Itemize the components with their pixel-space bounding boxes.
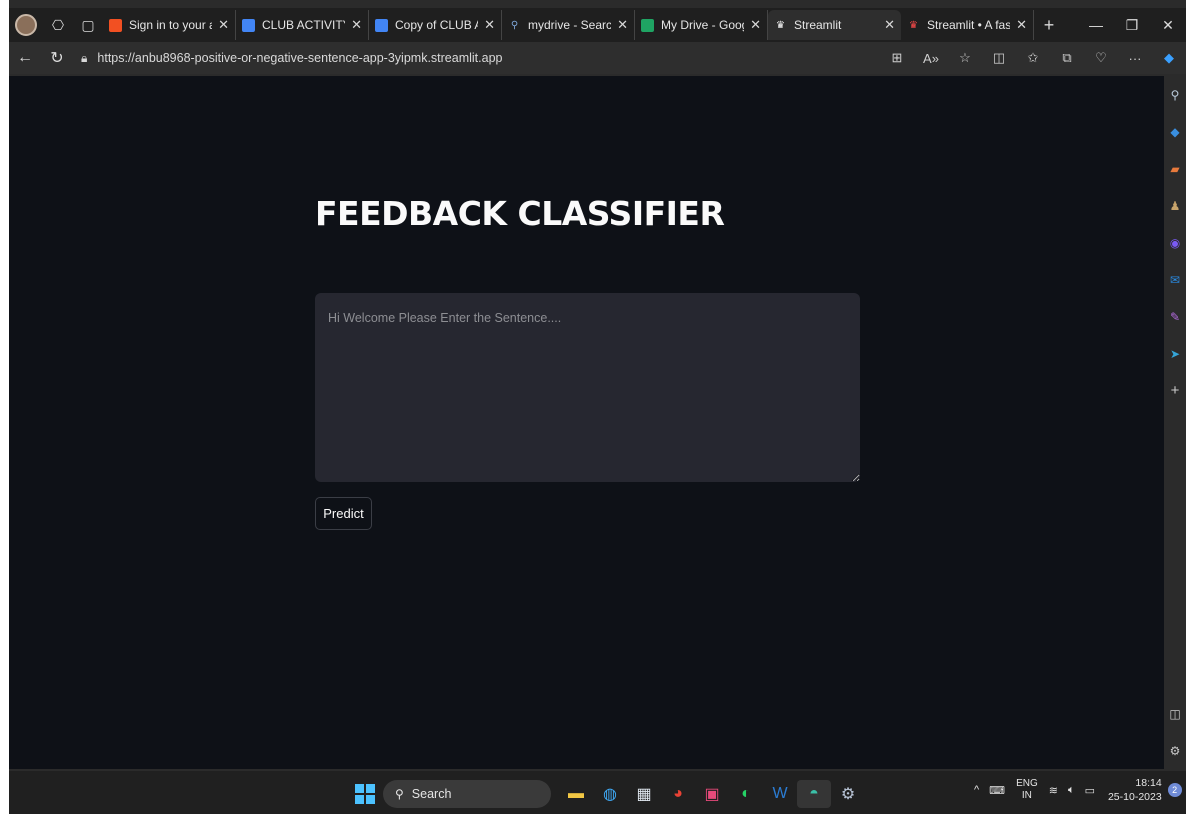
tab-club-activity[interactable]: CLUB ACTIVITY VOL ✕ — [236, 10, 369, 40]
input-language[interactable]: ENG IN — [1016, 778, 1038, 802]
copilot-icon[interactable]: ◆ — [1152, 50, 1186, 66]
tab-title: Sign in to your acco — [129, 18, 212, 32]
predict-button[interactable]: Predict — [315, 497, 372, 530]
games-icon[interactable]: ♟ — [1164, 187, 1186, 224]
tab-strip: ⎔ ▢ Sign in to your acco ✕ CLUB ACTIVITY… — [9, 8, 1186, 42]
back-icon[interactable]: ← — [9, 49, 41, 67]
notification-badge[interactable]: 2 — [1167, 783, 1182, 797]
streamlit-crown-icon: ♛ — [776, 19, 785, 31]
workspaces-icon[interactable]: ⎔ — [43, 10, 73, 40]
language-code: ENG — [1016, 778, 1038, 789]
edge-sidebar: ⚲ ◆ ▰ ♟ ◉ ✉ ✎ ➤ + ◫ ⚙ — [1164, 76, 1186, 769]
close-tab-icon[interactable]: ✕ — [617, 17, 628, 33]
tab-copy-club-activity[interactable]: Copy of CLUB ACTI\ ✕ — [369, 10, 502, 40]
shopping-tag-icon[interactable]: ◆ — [1164, 113, 1186, 150]
favorites-icon[interactable]: ✩ — [1016, 50, 1050, 66]
tools-briefcase-icon[interactable]: ▰ — [1164, 150, 1186, 187]
designer-icon[interactable]: ✎ — [1164, 298, 1186, 335]
hide-sidebar-icon[interactable]: ◫ — [1164, 695, 1186, 732]
calendar-app-icon[interactable]: ▦ — [627, 780, 661, 808]
tab-actions-icon[interactable]: ▢ — [73, 10, 103, 40]
taskbar-search[interactable]: ⚲ Search — [383, 780, 551, 808]
google-drive-icon — [641, 18, 654, 32]
close-tab-icon[interactable]: ✕ — [351, 17, 362, 33]
battery-icon[interactable]: ▭ — [1085, 784, 1095, 797]
lock-icon[interactable]: 🔒︎ — [81, 51, 87, 66]
search-icon: ⚲ — [510, 19, 519, 31]
taskbar-apps: ▬ ◍ ▦ ◕ ▣ ◐ W ◓ ⚙ — [559, 780, 865, 808]
settings-app-icon[interactable]: ⚙ — [831, 780, 865, 808]
keyboard-icon[interactable]: ⌨ — [989, 784, 1005, 797]
copilot-app-icon[interactable]: ◍ — [593, 780, 627, 808]
close-window-icon[interactable]: ✕ — [1150, 17, 1186, 34]
edge-icon[interactable]: ◓ — [797, 780, 831, 808]
google-docs-icon — [375, 18, 388, 32]
chrome-icon[interactable]: ◕ — [661, 780, 695, 808]
windows-taskbar: ⚲ Search ▬ ◍ ▦ ◕ ▣ ◐ W ◓ ⚙ ^ ⌨ ENG IN ≋ … — [9, 771, 1186, 814]
close-tab-icon[interactable]: ✕ — [884, 17, 895, 33]
tab-title: CLUB ACTIVITY VOL — [262, 18, 345, 32]
url-text[interactable]: https://anbu8968-positive-or-negative-se… — [97, 51, 502, 65]
minimize-icon[interactable]: — — [1078, 17, 1114, 33]
collections-icon[interactable]: ⧉ — [1050, 50, 1084, 66]
page-title: FEEDBACK CLASSIFIER — [315, 194, 725, 233]
system-clock[interactable]: 18:14 25-10-2023 — [1108, 776, 1162, 804]
tab-title: My Drive - Google I — [661, 18, 744, 32]
restore-icon[interactable]: ❐ — [1114, 17, 1150, 34]
tab-title: mydrive - Search — [528, 18, 612, 32]
tab-streamlit-faster[interactable]: ♛ Streamlit • A faster ✕ — [901, 10, 1034, 40]
google-docs-icon — [242, 18, 255, 32]
microsoft-icon — [109, 18, 122, 32]
system-tray: ^ ⌨ ENG IN ≋ 🔈︎ ▭ 18:14 25-10-2023 2 — [969, 776, 1182, 804]
outlook-icon[interactable]: ✉ — [1164, 261, 1186, 298]
split-screen-icon[interactable]: ◫ — [982, 50, 1016, 66]
clock-time: 18:14 — [1135, 777, 1162, 789]
close-tab-icon[interactable]: ✕ — [1016, 17, 1027, 33]
search-icon: ⚲ — [395, 787, 404, 801]
close-tab-icon[interactable]: ✕ — [218, 17, 229, 33]
tab-title: Streamlit — [794, 18, 842, 32]
tab-sign-in[interactable]: Sign in to your acco ✕ — [103, 10, 236, 40]
browser-window: ⎔ ▢ Sign in to your acco ✕ CLUB ACTIVITY… — [9, 0, 1186, 814]
search-icon[interactable]: ⚲ — [1164, 76, 1186, 113]
clock-date: 25-10-2023 — [1107, 791, 1162, 803]
address-bar-row: ← ↻ 🔒︎ https://anbu8968-positive-or-nega… — [9, 42, 1186, 74]
app-available-icon[interactable]: ⊞ — [880, 50, 914, 66]
profile-avatar[interactable] — [15, 14, 37, 36]
tab-title: Copy of CLUB ACTI\ — [395, 18, 478, 32]
show-hidden-icons-icon[interactable]: ^ — [974, 784, 979, 796]
refresh-icon[interactable]: ↻ — [41, 48, 73, 68]
word-icon[interactable]: W — [763, 780, 797, 808]
streamlit-app: FEEDBACK CLASSIFIER Predict ♛ — [9, 76, 1164, 814]
favorite-star-icon[interactable]: ☆ — [948, 50, 982, 66]
wifi-icon[interactable]: ≋ — [1049, 784, 1058, 797]
close-tab-icon[interactable]: ✕ — [484, 17, 495, 33]
close-tab-icon[interactable]: ✕ — [750, 17, 761, 33]
whatsapp-icon[interactable]: ◐ — [729, 780, 763, 808]
tab-streamlit[interactable]: ♛ Streamlit ✕ — [768, 10, 901, 40]
new-tab-icon[interactable]: + — [1034, 10, 1064, 40]
windows-start-icon[interactable] — [355, 784, 375, 804]
region-code: IN — [1021, 790, 1032, 801]
tab-mydrive-search[interactable]: ⚲ mydrive - Search ✕ — [502, 10, 635, 40]
taskbar-search-label: Search — [411, 787, 452, 801]
browser-essentials-icon[interactable]: ♡ — [1084, 50, 1118, 66]
sentence-input[interactable] — [315, 293, 860, 482]
streamlit-crown-icon: ♛ — [909, 19, 918, 31]
tab-title: Streamlit • A faster — [927, 18, 1011, 32]
add-sidebar-app-icon[interactable]: + — [1164, 372, 1186, 409]
copilot-icon[interactable]: ◉ — [1164, 224, 1186, 261]
rubymine-icon[interactable]: ▣ — [695, 780, 729, 808]
read-aloud-icon[interactable]: A» — [914, 51, 948, 66]
more-options-icon[interactable]: ··· — [1118, 51, 1152, 66]
drop-icon[interactable]: ➤ — [1164, 335, 1186, 372]
file-explorer-icon[interactable]: ▬ — [559, 780, 593, 808]
address-bar[interactable]: 🔒︎ https://anbu8968-positive-or-negative… — [81, 51, 880, 66]
volume-icon[interactable]: 🔈︎ — [1068, 784, 1075, 797]
tab-my-drive[interactable]: My Drive - Google I ✕ — [635, 10, 768, 40]
sidebar-settings-icon[interactable]: ⚙ — [1164, 732, 1186, 769]
